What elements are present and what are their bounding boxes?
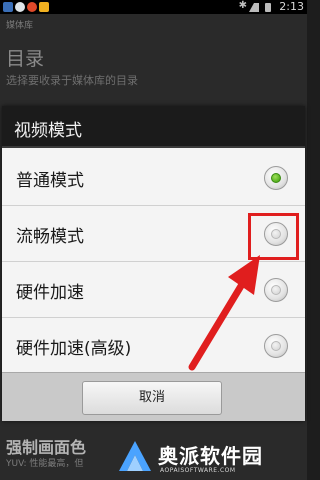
dialog-title: 视频模式 [14,121,82,141]
watermark: 奥派软件园 AOPAISOFTWARE.COM [118,438,304,478]
bluetooth-icon: ✱ [238,0,247,11]
directory-heading: 目录 [6,48,45,70]
force-color-heading: 强制画面色 [6,438,87,457]
battery-icon [265,3,271,12]
option-label: 硬件加速(高级) [16,339,132,359]
signal-icon [249,3,259,12]
radio-dot-icon [271,285,281,295]
arrow-icon [188,255,260,371]
watermark-text: 奥派软件园 [158,444,263,468]
highlight-box [248,213,299,260]
directory-subtitle: 选择要收录于媒体库的目录 [6,74,138,87]
page-title: 媒体库 [6,21,34,31]
status-bar: ✱ 2:13 [0,0,307,14]
dialog-title-bar: 视频模式 [2,106,305,148]
option-label: 普通模式 [16,171,84,191]
watermark-url: AOPAISOFTWARE.COM [160,467,236,474]
app-icon [39,2,49,12]
option-label: 流畅模式 [16,227,84,247]
app-icon [27,2,37,12]
app-icon [15,2,25,12]
dialog-button-bar: 取消 [2,372,305,421]
option-label: 硬件加速 [16,283,84,303]
option-normal-mode[interactable]: 普通模式 [2,150,305,206]
cancel-button[interactable]: 取消 [82,381,222,415]
radio-button[interactable] [264,166,288,190]
force-color-subtitle: YUV: 性能最高，但 [6,459,84,469]
status-clock: 2:13 [279,0,304,13]
radio-dot-icon [271,173,281,183]
watermark-logo-icon [119,441,151,471]
radio-dot-icon [271,341,281,351]
app-icon [3,2,13,12]
